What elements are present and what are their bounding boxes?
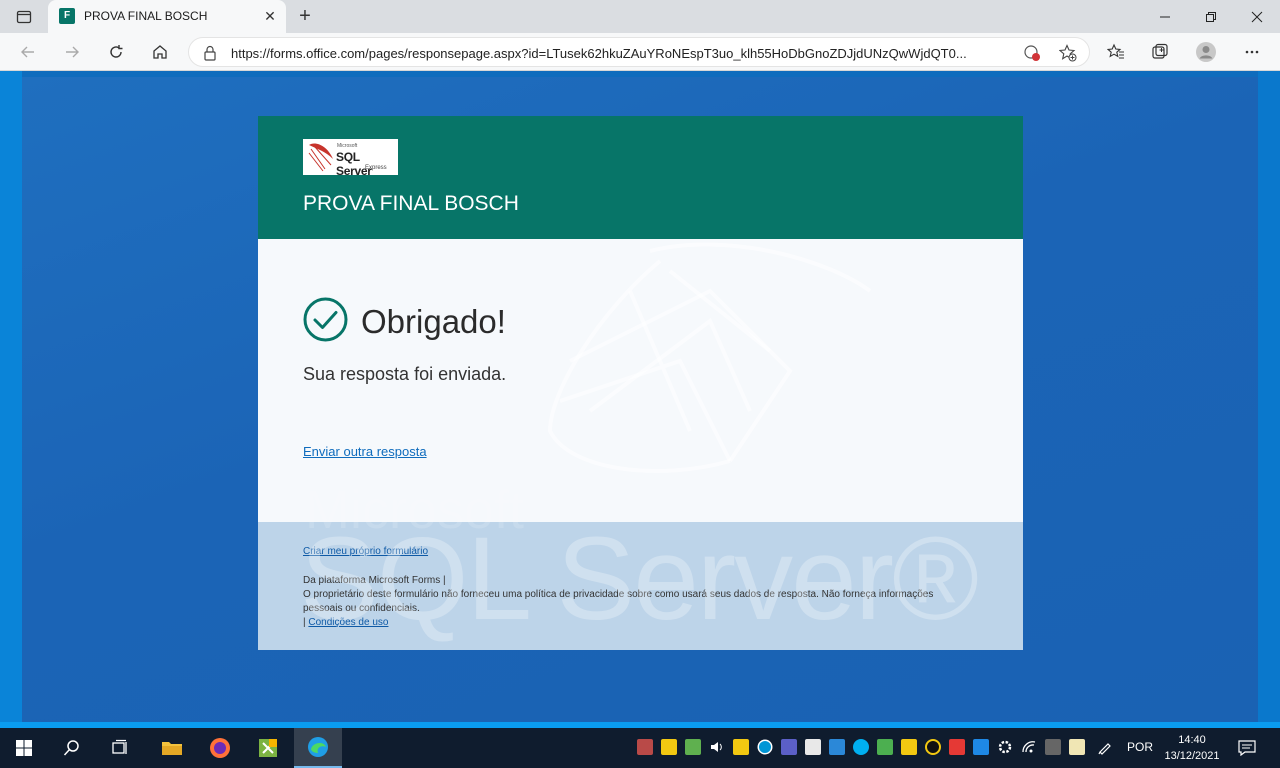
browser-tab[interactable]: F PROVA FINAL BOSCH ✕ — [48, 0, 286, 33]
thanks-heading: Obrigado! — [361, 303, 506, 340]
tray-office-icon[interactable] — [733, 739, 749, 755]
hp-icon[interactable] — [757, 739, 773, 755]
tray-settings-icon[interactable] — [997, 739, 1013, 755]
logo-express-text: Express — [365, 165, 387, 171]
tray-red-icon[interactable] — [949, 739, 965, 755]
taskbar: POR 14:40 13/12/2021 — [0, 728, 1280, 768]
tray-blue-check-icon[interactable] — [973, 739, 989, 755]
edge-browser-icon[interactable] — [294, 728, 342, 768]
minimize-button[interactable] — [1142, 0, 1188, 33]
teams-icon[interactable] — [781, 739, 797, 755]
tab-strip: F PROVA FINAL BOSCH ✕ + — [0, 0, 1280, 33]
logo-text: SQL Server — [336, 150, 372, 178]
form-title: PROVA FINAL BOSCH — [303, 192, 519, 215]
close-window-button[interactable] — [1234, 0, 1280, 33]
task-view-icon[interactable] — [96, 728, 144, 768]
page-content: Microsoft SQL Server Express PROVA FINAL… — [0, 71, 1280, 728]
wifi-icon[interactable] — [1021, 739, 1037, 755]
tray-shield-icon[interactable] — [661, 739, 677, 755]
notification-icon[interactable] — [1238, 740, 1256, 757]
file-explorer-icon[interactable] — [148, 728, 196, 768]
refresh-button[interactable] — [102, 38, 130, 66]
background-edge-left — [0, 71, 22, 728]
clock[interactable]: 14:40 13/12/2021 — [1160, 732, 1224, 764]
excel-app-icon[interactable] — [244, 728, 292, 768]
background-edge-right — [1258, 71, 1280, 728]
forward-button[interactable] — [58, 38, 86, 66]
tray-network-app-icon[interactable] — [829, 739, 845, 755]
tab-title: PROVA FINAL BOSCH — [84, 9, 208, 23]
tray-check-icon[interactable] — [877, 739, 893, 755]
clock-date: 13/12/2021 — [1164, 750, 1220, 762]
form-header: Microsoft SQL Server Express PROVA FINAL… — [258, 116, 1023, 239]
url-text[interactable]: https://forms.office.com/pages/responsep… — [231, 46, 1011, 61]
sql-server-watermark-graphic — [547, 242, 872, 473]
navigation-bar: https://forms.office.com/pages/responsep… — [0, 33, 1280, 71]
forms-favicon-icon: F — [59, 8, 75, 24]
restore-button[interactable] — [1188, 0, 1234, 33]
tracking-prevention-icon[interactable] — [1023, 44, 1041, 62]
tray-app-icon[interactable] — [637, 739, 653, 755]
new-tab-button[interactable]: + — [294, 5, 316, 27]
watermark-sql-server: SQL Server® — [300, 513, 979, 645]
settings-menu-icon[interactable] — [1238, 38, 1266, 66]
tray-j-icon[interactable] — [925, 739, 941, 755]
sent-message: Sua resposta foi enviada. — [303, 364, 507, 384]
tray-yellow-icon[interactable] — [901, 739, 917, 755]
lock-icon[interactable] — [203, 45, 217, 66]
tray-sync-icon[interactable] — [685, 739, 701, 755]
tab-actions-icon[interactable] — [8, 5, 40, 29]
close-tab-icon[interactable]: ✕ — [262, 8, 278, 24]
address-bar[interactable]: https://forms.office.com/pages/responsep… — [188, 37, 1090, 67]
skype-icon[interactable] — [853, 739, 869, 755]
tray-tools-icon[interactable] — [1045, 739, 1061, 755]
volume-icon[interactable] — [709, 739, 725, 755]
clock-time: 14:40 — [1178, 734, 1206, 746]
logo-small-text: Microsoft — [337, 143, 358, 149]
language-indicator[interactable]: POR — [1127, 740, 1153, 754]
profile-avatar[interactable] — [1192, 38, 1220, 66]
add-favorite-icon[interactable] — [1058, 44, 1077, 62]
search-icon[interactable] — [48, 728, 96, 768]
check-circle-icon — [303, 297, 348, 342]
home-button[interactable] — [146, 38, 174, 66]
send-another-response-link[interactable]: Enviar outra resposta — [303, 444, 427, 459]
pen-icon[interactable] — [1097, 739, 1113, 755]
windows-start-icon[interactable] — [0, 728, 48, 768]
tray-notes-icon[interactable] — [1069, 739, 1085, 755]
back-button[interactable] — [14, 38, 42, 66]
tray-nk-icon[interactable] — [805, 739, 821, 755]
sql-server-logo: Microsoft SQL Server Express — [303, 139, 398, 178]
collections-icon[interactable] — [1146, 38, 1174, 66]
favorites-icon[interactable] — [1102, 38, 1130, 66]
firefox-icon[interactable] — [196, 728, 244, 768]
